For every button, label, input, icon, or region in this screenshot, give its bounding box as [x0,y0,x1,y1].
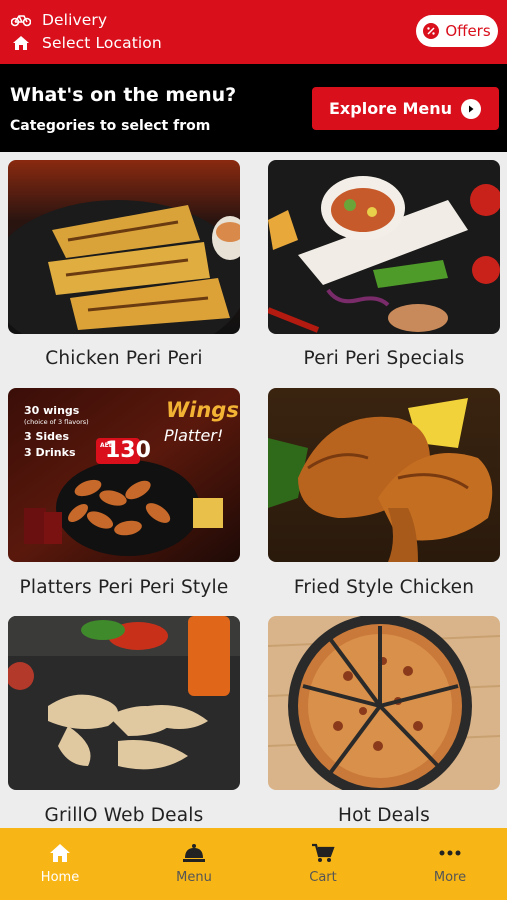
grillo-web-deals-image [8,616,240,790]
category-label[interactable]: Fried Style Chicken [254,577,507,598]
nav-cart[interactable]: Cart [283,828,363,900]
category-card-grillo-web-deals[interactable] [8,616,240,790]
nav-more-label: More [433,870,467,885]
bottom-navigation: Home Menu Cart More [0,828,507,900]
select-location-row[interactable]: Select Location [10,33,162,53]
nav-more[interactable]: More [410,828,490,900]
category-label[interactable]: Peri Peri Specials [254,348,507,369]
cloche-icon [182,842,206,864]
home-location-icon [10,33,32,53]
more-dots-icon [438,842,462,864]
promo-title-1: Wings [166,398,239,422]
category-card-hot-deals[interactable] [268,616,500,790]
offers-label: Offers [445,22,491,40]
category-label[interactable]: Chicken Peri Peri [0,348,254,369]
category-label[interactable]: Hot Deals [254,805,507,826]
explore-menu-label: Explore Menu [329,99,453,118]
category-card-peri-peri-specials[interactable] [268,160,500,334]
nav-menu-label: Menu [176,870,212,885]
offers-button[interactable]: Offers [416,15,498,47]
top-bar: Delivery Select Location Offers [0,0,507,64]
banner-subtitle: Categories to select from [10,118,211,134]
promo-price: 130 [105,438,151,463]
cart-icon [311,842,335,864]
arrow-right-icon [461,99,481,119]
nav-home[interactable]: Home [20,828,100,900]
nav-menu[interactable]: Menu [154,828,234,900]
promo-line-3: 3 Sides [24,430,70,443]
promo-line-4: 3 Drinks [24,446,76,459]
delivery-mode-row[interactable]: Delivery [10,10,107,30]
nav-home-label: Home [40,870,80,885]
peri-peri-specials-image [268,160,500,334]
explore-menu-button[interactable]: Explore Menu [312,87,499,130]
delivery-mode-label: Delivery [42,11,108,29]
chicken-peri-peri-image [8,160,240,334]
banner-title: What's on the menu? [10,84,237,106]
nav-cart-label: Cart [309,870,337,885]
category-card-chicken-peri-peri[interactable] [8,160,240,334]
bicycle-icon [10,10,32,30]
category-card-fried-style-chicken[interactable] [268,388,500,562]
category-card-platters-peri-peri-style[interactable]: 30 wings (choice of 3 flavors) 3 Sides 3… [8,388,240,562]
home-icon [48,842,72,864]
fried-chicken-image [268,388,500,562]
select-location-label: Select Location [42,34,162,52]
hot-deals-image [268,616,500,790]
category-label[interactable]: GrillO Web Deals [0,805,254,826]
promo-title-2: Platter! [164,426,224,445]
category-label[interactable]: Platters Peri Peri Style [0,577,254,598]
promo-line-2: (choice of 3 flavors) [24,418,89,426]
menu-banner: What's on the menu? Categories to select… [0,64,507,152]
offer-tag-icon [423,23,440,39]
promo-line-1: 30 wings [24,404,80,417]
